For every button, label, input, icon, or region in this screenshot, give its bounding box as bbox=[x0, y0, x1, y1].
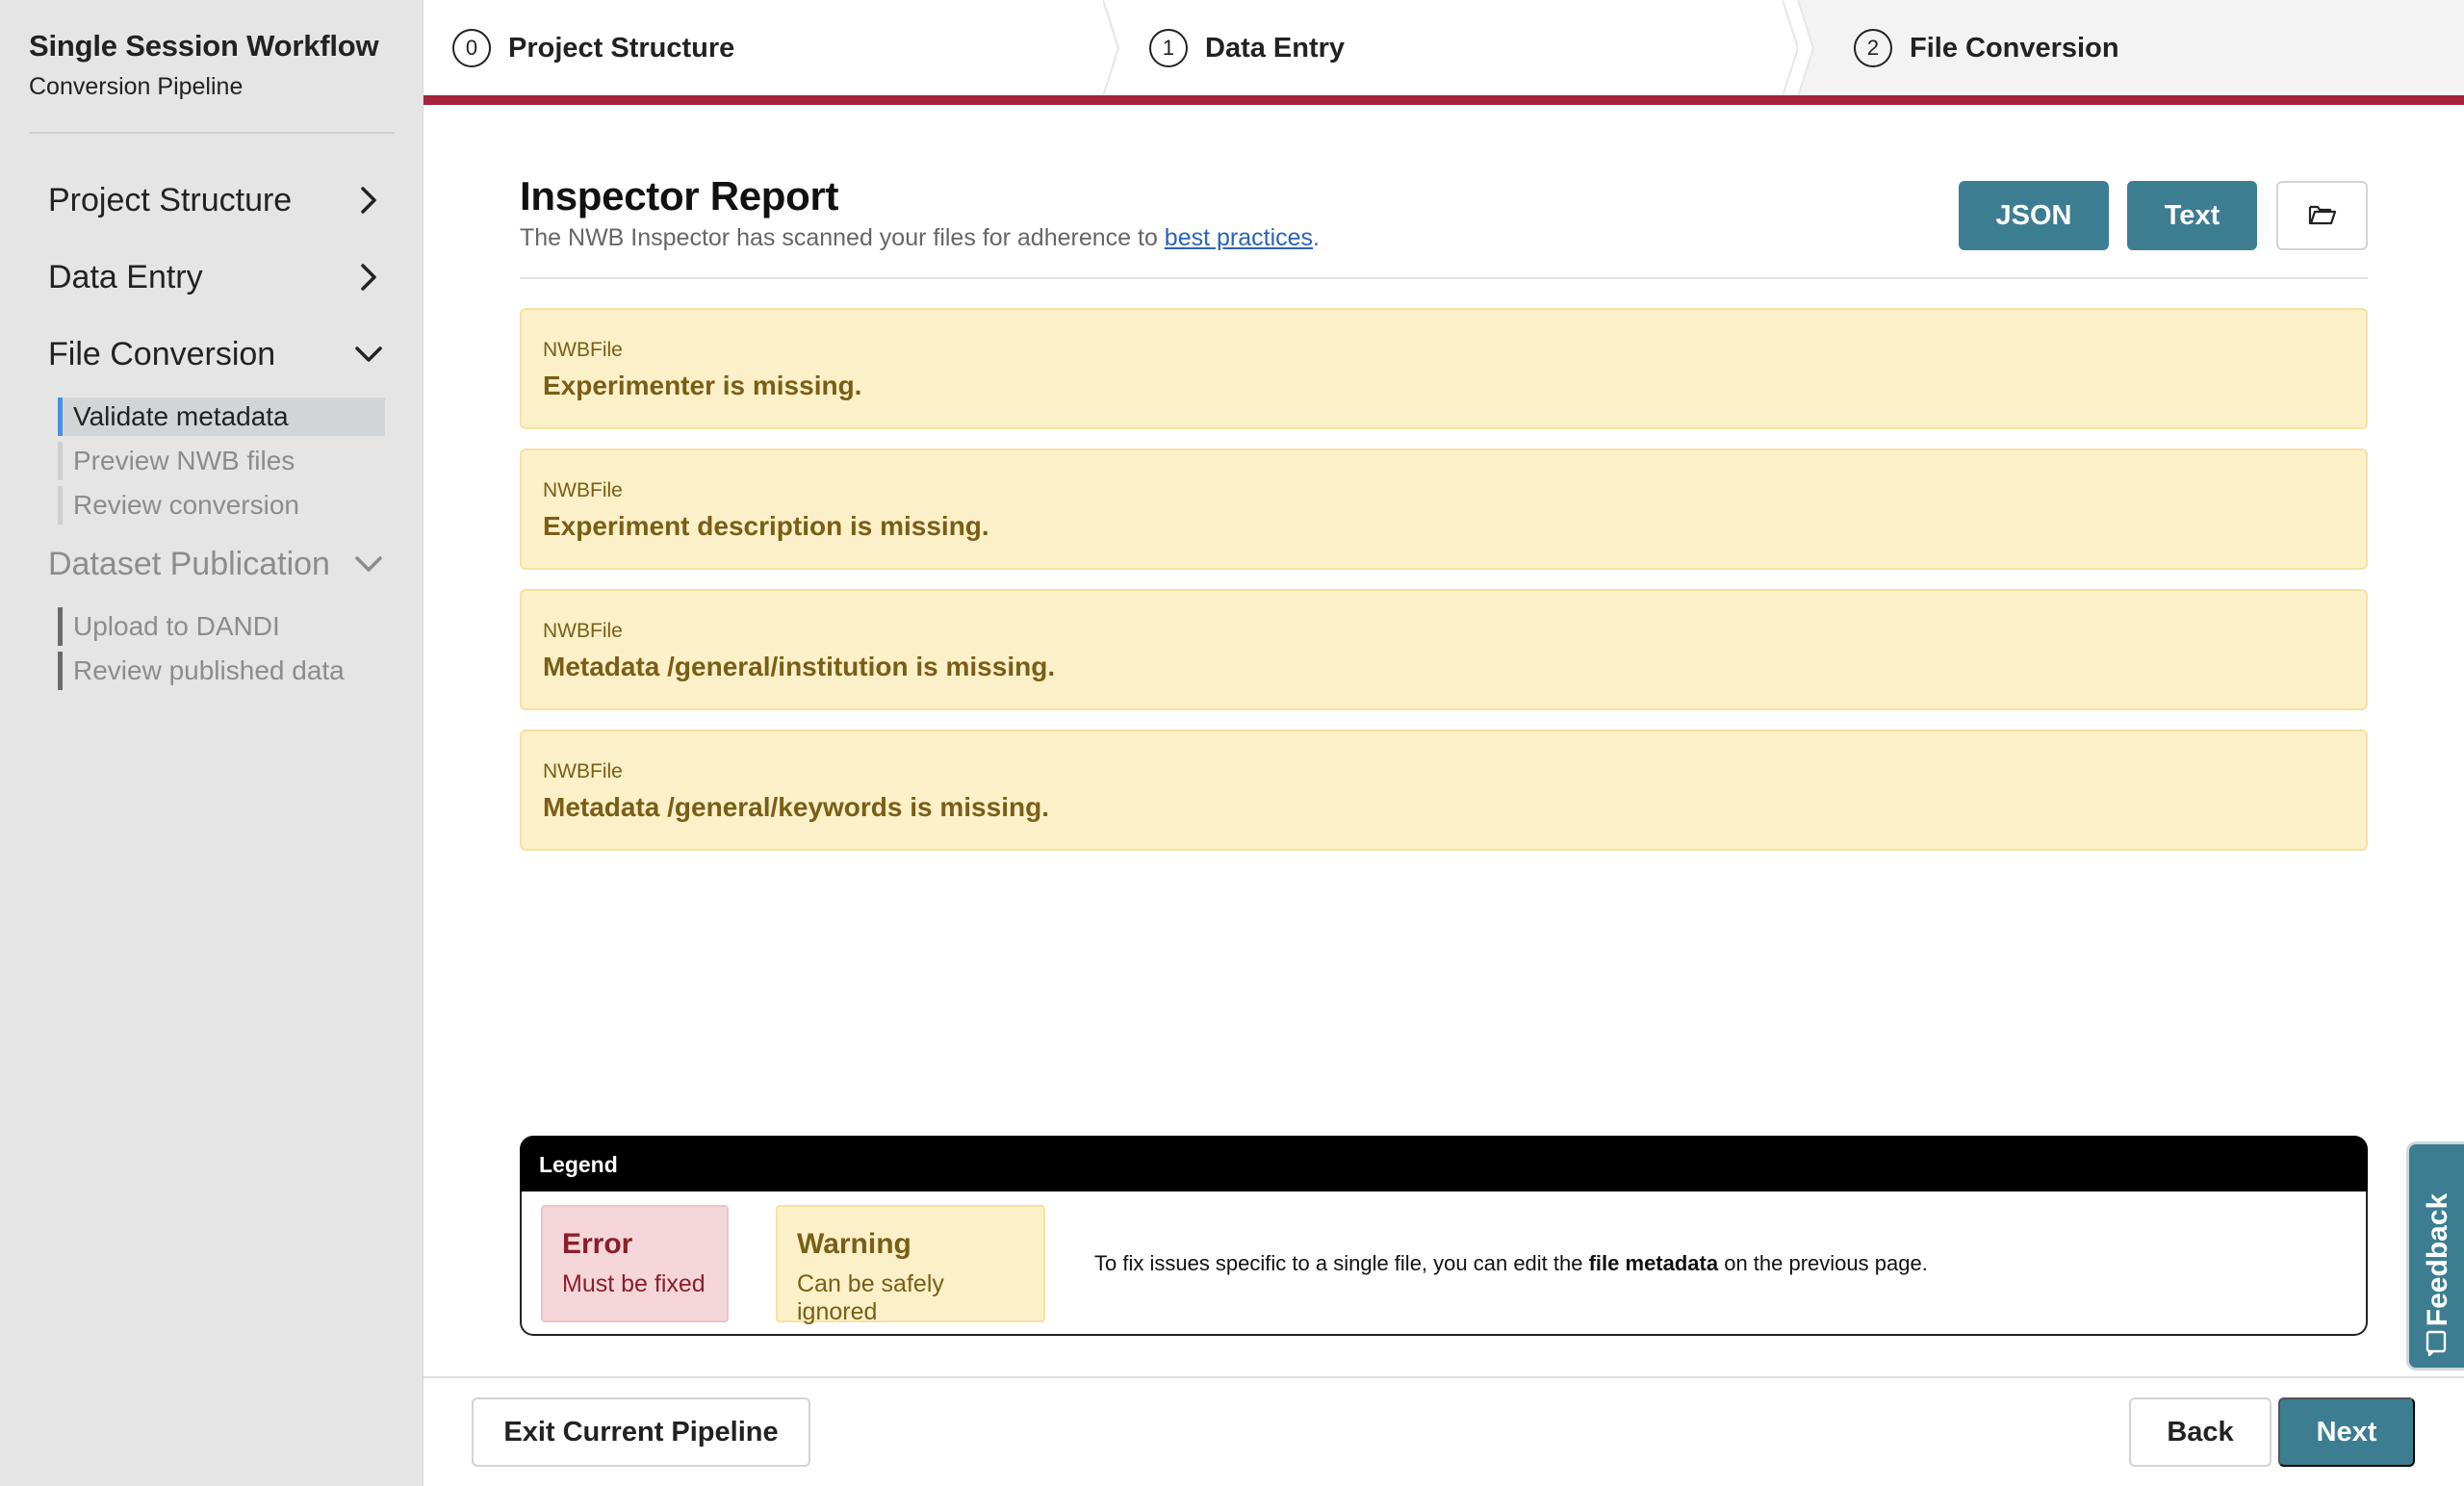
legend-note-text: To fix issues specific to a single file,… bbox=[1094, 1251, 1589, 1275]
legend-warning-subtitle: Can be safely ignored bbox=[797, 1270, 944, 1325]
warning-message-card: NWBFile Experiment description is missin… bbox=[520, 448, 2368, 570]
folder-open-icon bbox=[2308, 203, 2337, 229]
sidebar-section-label: Dataset Publication bbox=[48, 545, 330, 582]
sidebar-section-data-entry[interactable]: Data Entry bbox=[48, 256, 385, 298]
legend-warning-title: Warning bbox=[797, 1228, 911, 1260]
legend-note-tail: on the previous page. bbox=[1718, 1251, 1928, 1275]
step-data-entry[interactable]: 1 Data Entry bbox=[1120, 0, 1783, 96]
sidebar-item-preview-nwb-files[interactable]: Preview NWB files bbox=[58, 442, 385, 480]
warning-message-card: NWBFile Experimenter is missing. bbox=[520, 308, 2368, 429]
next-button[interactable]: Next bbox=[2278, 1397, 2415, 1467]
sidebar-section-project-structure[interactable]: Project Structure bbox=[48, 179, 385, 221]
message-object-type: NWBFile bbox=[543, 760, 623, 782]
subtitle-text: The NWB Inspector has scanned your files… bbox=[520, 224, 1165, 251]
step-number: 2 bbox=[1854, 29, 1892, 67]
warning-message-card: NWBFile Metadata /general/keywords is mi… bbox=[520, 730, 2368, 851]
sidebar-item-review-published-data[interactable]: Review published data bbox=[58, 652, 385, 690]
message-object-type: NWBFile bbox=[543, 620, 623, 642]
sidebar-section-label: File Conversion bbox=[48, 335, 276, 372]
legend-note-bold: file metadata bbox=[1588, 1251, 1719, 1275]
dataset-publication-sublist: Upload to DANDI Review published data bbox=[58, 607, 385, 696]
app-subtitle: Conversion Pipeline bbox=[29, 73, 244, 100]
text-button[interactable]: Text bbox=[2127, 181, 2257, 250]
step-project-structure[interactable]: 0 Project Structure bbox=[424, 0, 1103, 96]
legend-panel: Error Must be fixed Warning Can be safel… bbox=[520, 1191, 2368, 1336]
divider bbox=[424, 1376, 2464, 1378]
chevron-down-icon bbox=[352, 338, 385, 371]
legend-note: To fix issues specific to a single file,… bbox=[1094, 1251, 1928, 1276]
progress-bar bbox=[424, 95, 2464, 105]
feedback-label: Feedback bbox=[2422, 1192, 2453, 1327]
step-number: 0 bbox=[452, 29, 491, 67]
step-label: Data Entry bbox=[1205, 32, 1346, 64]
step-number: 1 bbox=[1149, 29, 1188, 67]
message-text: Experiment description is missing. bbox=[543, 511, 989, 541]
step-separator-icon bbox=[1798, 0, 1815, 96]
back-button[interactable]: Back bbox=[2129, 1397, 2272, 1467]
sidebar-section-label: Data Entry bbox=[48, 258, 203, 295]
feedback-tab[interactable]: Feedback bbox=[2406, 1141, 2464, 1371]
legend-error-title: Error bbox=[562, 1228, 633, 1260]
page-subtitle: The NWB Inspector has scanned your files… bbox=[520, 224, 1320, 252]
brand: Single Session Workflow Conversion Pipel… bbox=[29, 29, 379, 101]
app-title: Single Session Workflow bbox=[29, 29, 379, 63]
step-file-conversion[interactable]: 2 File Conversion bbox=[1798, 0, 2464, 96]
file-conversion-sublist: Validate metadata Preview NWB files Revi… bbox=[58, 397, 385, 530]
sidebar-section-label: Project Structure bbox=[48, 181, 293, 218]
message-text: Experimenter is missing. bbox=[543, 371, 862, 400]
message-object-type: NWBFile bbox=[543, 339, 623, 361]
legend-header: Legend bbox=[520, 1136, 2368, 1193]
exit-pipeline-button[interactable]: Exit Current Pipeline bbox=[472, 1397, 810, 1467]
sidebar-item-validate-metadata[interactable]: Validate metadata bbox=[58, 397, 385, 436]
json-button[interactable]: JSON bbox=[1959, 181, 2109, 250]
legend-warning: Warning Can be safely ignored bbox=[776, 1205, 1045, 1325]
sidebar-item-review-conversion[interactable]: Review conversion bbox=[58, 486, 385, 525]
sidebar: Single Session Workflow Conversion Pipel… bbox=[0, 0, 424, 1486]
open-folder-button[interactable] bbox=[2276, 181, 2368, 250]
feedback-icon bbox=[2424, 1329, 2451, 1357]
chevron-right-icon bbox=[352, 184, 385, 217]
divider bbox=[520, 277, 2368, 279]
message-text: Metadata /general/institution is missing… bbox=[543, 652, 1056, 681]
legend-error-subtitle: Must be fixed bbox=[562, 1270, 706, 1297]
subtitle-period: . bbox=[1313, 224, 1320, 251]
step-label: Project Structure bbox=[508, 32, 735, 64]
best-practices-link[interactable]: best practices bbox=[1165, 224, 1313, 251]
message-object-type: NWBFile bbox=[543, 479, 623, 501]
sidebar-item-upload-to-dandi[interactable]: Upload to DANDI bbox=[58, 607, 385, 646]
chevron-down-icon bbox=[352, 548, 385, 580]
sidebar-section-file-conversion[interactable]: File Conversion bbox=[48, 333, 385, 375]
divider bbox=[29, 132, 395, 134]
chevron-right-icon bbox=[352, 261, 385, 294]
warning-message-card: NWBFile Metadata /general/institution is… bbox=[520, 589, 2368, 710]
legend-error: Error Must be fixed bbox=[541, 1205, 729, 1322]
pipeline-stepper: 0 Project Structure 1 Data Entry 2 File … bbox=[424, 0, 2464, 96]
sidebar-section-dataset-publication[interactable]: Dataset Publication bbox=[48, 543, 385, 585]
message-text: Metadata /general/keywords is missing. bbox=[543, 792, 1049, 822]
page-title: Inspector Report bbox=[520, 173, 839, 218]
step-label: File Conversion bbox=[1910, 32, 2119, 64]
